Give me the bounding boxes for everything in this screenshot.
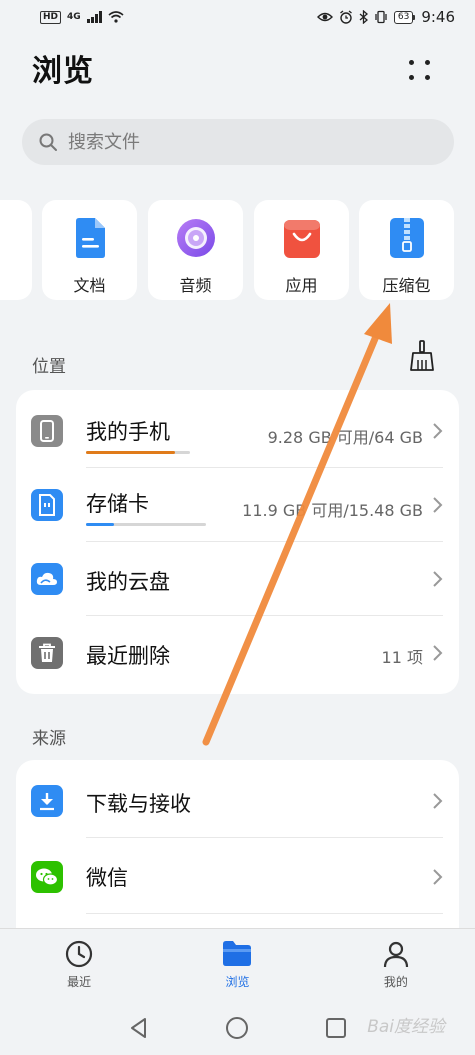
chevron-right-icon bbox=[433, 423, 443, 439]
divider bbox=[86, 913, 443, 914]
cloud-icon bbox=[31, 563, 63, 595]
source-row-wechat[interactable]: 微信 bbox=[16, 840, 459, 914]
category-label: 应用 bbox=[285, 276, 318, 295]
search-icon bbox=[39, 133, 57, 151]
cleanup-button[interactable] bbox=[406, 338, 438, 374]
more-dot-icon bbox=[409, 60, 414, 65]
nav-label: 我的 bbox=[383, 975, 408, 989]
chevron-right-icon bbox=[433, 645, 443, 661]
more-dot-icon bbox=[425, 75, 430, 80]
network-type: 4G bbox=[67, 12, 81, 22]
status-bar: HD 4G 63 9:46 bbox=[0, 0, 475, 34]
back-triangle-icon[interactable] bbox=[128, 1017, 150, 1039]
home-circle-icon[interactable] bbox=[225, 1016, 249, 1040]
nav-tab-recent[interactable]: 最近 bbox=[0, 929, 158, 1000]
clock-time: 9:46 bbox=[421, 8, 455, 26]
storage-usage-bar bbox=[86, 451, 190, 454]
more-dot-icon bbox=[425, 60, 430, 65]
eye-icon bbox=[316, 12, 333, 22]
storage-usage-bar bbox=[86, 523, 206, 526]
location-name: 我的手机 bbox=[86, 420, 170, 444]
section-label-locations: 位置 bbox=[32, 357, 66, 377]
wifi-icon bbox=[108, 11, 124, 23]
item-count: 11 项 bbox=[381, 648, 423, 667]
category-label: 压缩包 bbox=[382, 276, 431, 295]
person-icon bbox=[383, 941, 408, 968]
battery-icon: 63 bbox=[393, 10, 416, 24]
clock-icon bbox=[66, 940, 93, 968]
wechat-icon bbox=[31, 861, 63, 893]
category-row: 文档 音频 应用 压缩包 bbox=[0, 200, 475, 300]
zip-archive-icon bbox=[389, 218, 424, 258]
location-name: 存储卡 bbox=[86, 492, 149, 516]
search-bar[interactable] bbox=[22, 119, 454, 165]
source-name: 微信 bbox=[86, 866, 128, 890]
more-options-button[interactable] bbox=[400, 52, 440, 88]
category-apps[interactable]: 应用 bbox=[254, 200, 349, 300]
nav-label: 最近 bbox=[67, 975, 92, 989]
category-card-partial[interactable] bbox=[0, 200, 32, 300]
bottom-nav: 最近 浏览 我的 bbox=[0, 928, 475, 1000]
phone-icon bbox=[31, 415, 63, 447]
signal-icon bbox=[86, 11, 102, 23]
divider bbox=[86, 837, 443, 838]
bluetooth-icon bbox=[359, 10, 368, 24]
search-input[interactable] bbox=[68, 131, 428, 153]
nav-tab-browse[interactable]: 浏览 bbox=[158, 929, 316, 1000]
annotation-arrow-head bbox=[364, 303, 392, 344]
chevron-right-icon bbox=[433, 571, 443, 587]
category-archives[interactable]: 压缩包 bbox=[359, 200, 454, 300]
chevron-right-icon bbox=[433, 793, 443, 809]
folder-icon bbox=[223, 941, 252, 966]
nav-label: 浏览 bbox=[225, 975, 250, 989]
source-row-downloads[interactable]: 下载与接收 bbox=[16, 764, 459, 838]
category-audio[interactable]: 音频 bbox=[148, 200, 243, 300]
location-row-cloud-drive[interactable]: 我的云盘 bbox=[16, 542, 459, 616]
location-name: 我的云盘 bbox=[86, 570, 170, 594]
vibrate-icon bbox=[375, 10, 387, 24]
storage-info: 9.28 GB 可用/64 GB bbox=[267, 428, 423, 447]
hd-badge: HD bbox=[40, 10, 62, 24]
download-icon bbox=[31, 785, 63, 817]
chevron-right-icon bbox=[433, 869, 443, 885]
nav-tab-mine[interactable]: 我的 bbox=[317, 929, 475, 1000]
category-label: 音频 bbox=[179, 276, 212, 295]
category-label: 文档 bbox=[73, 276, 106, 295]
broom-icon bbox=[410, 340, 434, 371]
chevron-right-icon bbox=[433, 497, 443, 513]
location-row-sd-card[interactable]: 存储卡 11.9 GB 可用/15.48 GB bbox=[16, 468, 459, 542]
page-title: 浏览 bbox=[32, 54, 94, 89]
source-name: 下载与接收 bbox=[86, 792, 191, 816]
audio-disc-icon bbox=[176, 219, 215, 257]
location-row-my-phone[interactable]: 我的手机 9.28 GB 可用/64 GB bbox=[16, 394, 459, 468]
document-icon bbox=[75, 218, 105, 258]
recents-square-icon[interactable] bbox=[325, 1017, 347, 1039]
location-row-recently-deleted[interactable]: 最近删除 11 项 bbox=[16, 616, 459, 690]
shopping-bag-icon bbox=[283, 220, 320, 258]
storage-info: 11.9 GB 可用/15.48 GB bbox=[242, 501, 423, 520]
sd-card-icon bbox=[31, 489, 63, 521]
location-name: 最近删除 bbox=[86, 644, 170, 668]
alarm-icon bbox=[339, 10, 352, 24]
category-documents[interactable]: 文档 bbox=[42, 200, 137, 300]
section-label-sources: 来源 bbox=[32, 729, 66, 749]
trash-icon bbox=[31, 637, 63, 669]
more-dot-icon bbox=[409, 75, 414, 80]
watermark: Bai度经验 bbox=[367, 1017, 445, 1037]
locations-card: 我的手机 9.28 GB 可用/64 GB 存储卡 11.9 GB 可用/15.… bbox=[16, 390, 459, 694]
